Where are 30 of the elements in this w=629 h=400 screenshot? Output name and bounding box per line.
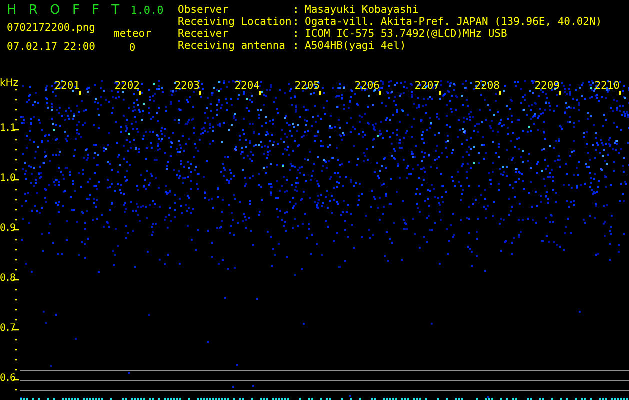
info-value: A504HB(yagi 4el) [305,40,408,52]
time-label: 2203 [174,80,200,92]
info-label: Receiving Location [178,16,293,28]
frequency-label: 1.0 [0,173,16,185]
frequency-unit: kHz [0,78,19,90]
file-name: 0702172200.png [7,22,96,34]
frequency-label: 0.6 [0,373,16,385]
info-label: Observer [178,4,230,16]
time-label: 2202 [114,80,140,92]
time-label: 2201 [54,80,80,92]
info-value: Ogata-vill. Akita-Pref. JAPAN (139.96E, 40.02N) [305,16,602,28]
info-label: Receiver [178,28,230,40]
app-version: 1.0.0 [130,4,164,17]
meteor-count: 0 [129,42,136,54]
frequency-label: 0.7 [0,323,16,335]
info-value: ICOM IC-575 53.7492(@LCD)MHz USB [305,28,508,40]
separator-colon: : [293,4,300,16]
separator-colon: : [293,16,300,28]
time-label: 2204 [234,80,260,92]
meteor-label: meteor [114,28,152,40]
timestamp: 07.02.17 22:00 [7,41,96,53]
separator-colon: : [293,40,300,52]
app-title: H R O F F T [7,3,123,18]
frequency-label: 0.9 [0,223,16,235]
info-label: Receiving antenna [178,40,286,52]
time-label: 2209 [534,80,560,92]
info-value: Masayuki Kobayashi [305,4,420,16]
frequency-label: 0.8 [0,273,16,285]
separator-colon: : [293,28,300,40]
time-label: 2208 [474,80,500,92]
